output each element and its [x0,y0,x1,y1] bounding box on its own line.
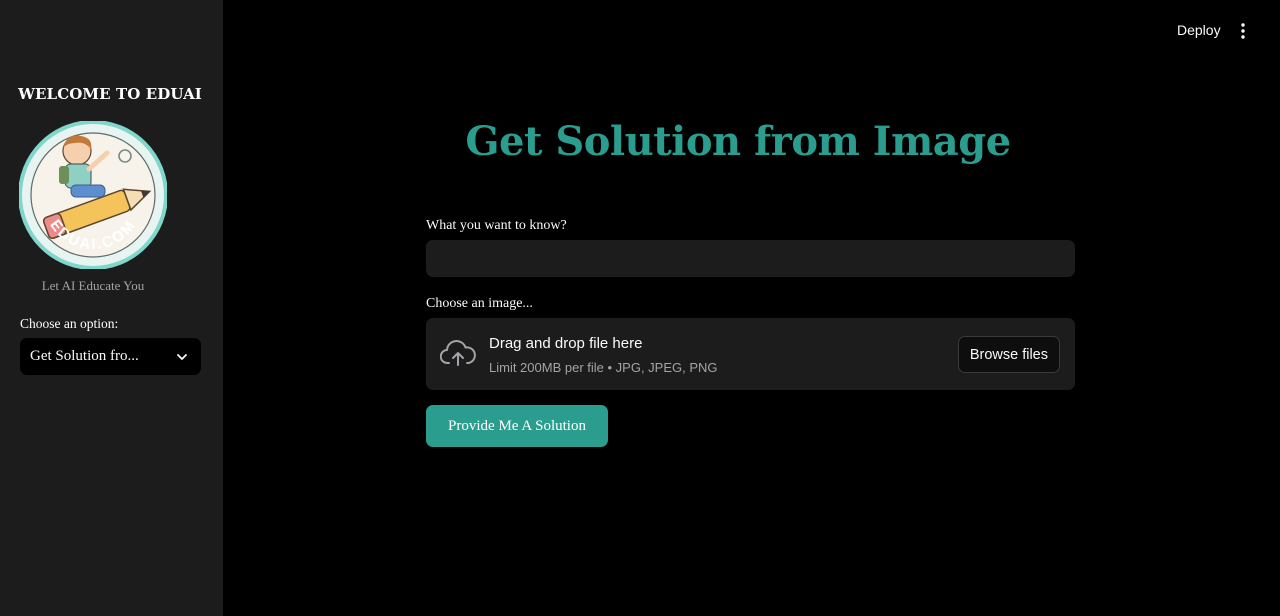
sidebar: WELCOME TO EDUAI EDUAI.COM Let AI Educat… [0,0,223,616]
image-label: Choose an image... [426,296,533,311]
question-label: What you want to know? [426,218,567,233]
file-dropzone[interactable]: Drag and drop file here Limit 200MB per … [426,318,1075,390]
sidebar-tagline: Let AI Educate You [41,278,145,293]
deploy-button[interactable]: Deploy [1170,20,1228,42]
chevron-down-icon [177,354,187,360]
cloud-upload-icon [440,340,476,366]
option-select-value: Get Solution fro... [30,348,139,364]
dropzone-title: Drag and drop file here [489,335,643,352]
eduai-logo: EDUAI.COM [19,121,167,269]
browse-files-button[interactable]: Browse files [957,336,1060,373]
kebab-menu-icon[interactable] [1234,21,1252,41]
option-select[interactable]: Get Solution fro... [20,338,201,375]
page-title: Get Solution from Image [465,118,1011,165]
question-input[interactable] [426,240,1075,277]
submit-button[interactable]: Provide Me A Solution [426,405,608,447]
option-select-label: Choose an option: [20,316,119,331]
dropzone-limits: Limit 200MB per file • JPG, JPEG, PNG [489,360,718,375]
sidebar-title: WELCOME TO EDUAI [18,85,202,103]
